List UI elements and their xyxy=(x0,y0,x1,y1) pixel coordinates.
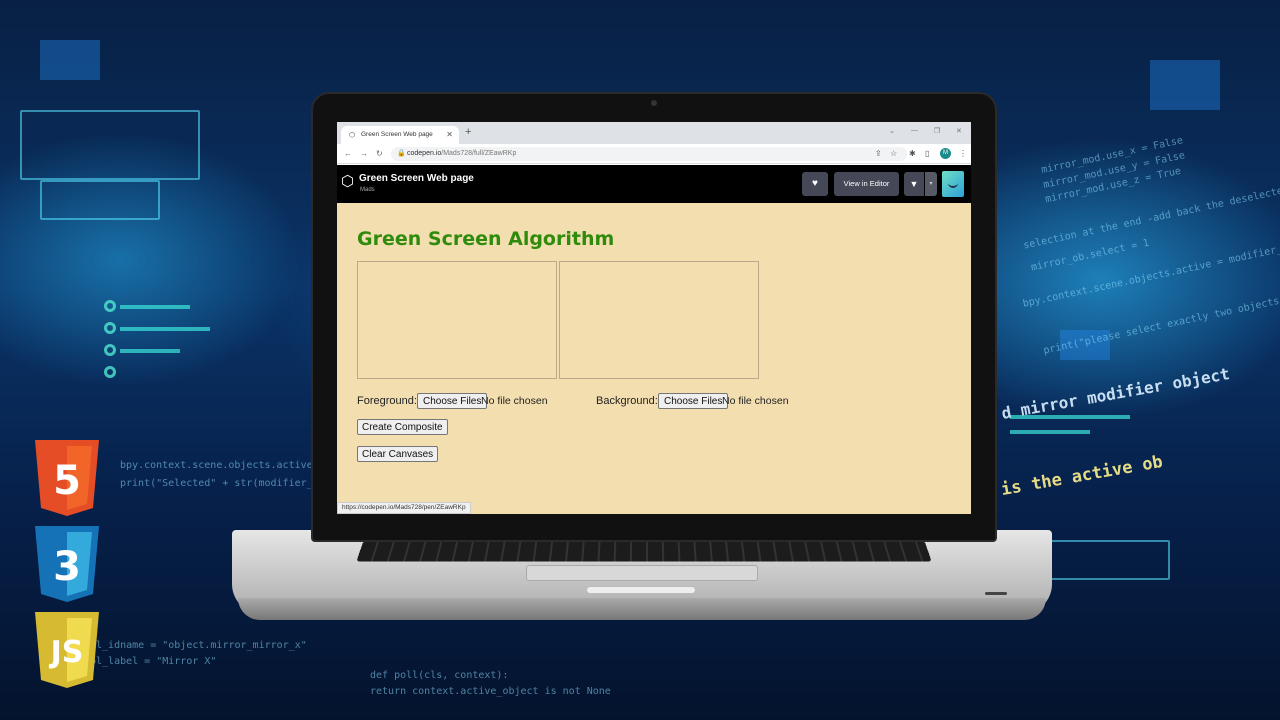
profile-avatar[interactable]: M xyxy=(940,148,951,159)
new-tab-icon[interactable]: + xyxy=(465,126,471,138)
codepen-header: ⬡ Green Screen Web page Mads ♥ View in E… xyxy=(337,165,971,203)
codepen-logo-icon[interactable]: ⬡ xyxy=(341,174,357,190)
css3-icon: 3 xyxy=(31,524,103,604)
laptop-led xyxy=(985,592,1007,595)
page-title: Green Screen Algorithm xyxy=(357,228,615,250)
menu-kebab-icon[interactable]: ⋮ xyxy=(959,149,967,158)
bg-bar xyxy=(120,349,180,353)
pin-dropdown-button[interactable]: ▾ xyxy=(925,172,937,196)
codepen-favicon-icon: ⬡ xyxy=(349,132,356,139)
bg-dot xyxy=(104,300,116,312)
back-icon[interactable]: ← xyxy=(344,149,352,158)
background-canvas xyxy=(559,261,759,379)
reload-icon[interactable]: ↻ xyxy=(376,149,383,158)
toolbar: ← → ↻ 🔒 codepen.io/Mads728/full/ZEawRKp … xyxy=(337,144,971,164)
lock-icon: 🔒 xyxy=(397,150,406,157)
webcam xyxy=(651,100,657,106)
minimize-icon[interactable]: — xyxy=(911,127,918,134)
pin-icon: ▼ xyxy=(909,179,919,189)
background-file-status: No file chosen xyxy=(722,395,789,407)
javascript-label: JS xyxy=(49,635,84,670)
create-composite-button[interactable]: Create Composite xyxy=(357,419,448,435)
url-path: /Mads728/full/ZEawRKp xyxy=(441,150,517,157)
bg-code: bpy.context.scene.objects.active = modif… xyxy=(1021,241,1280,310)
heart-icon: ♥ xyxy=(812,178,818,189)
tab-close-icon[interactable]: ✕ xyxy=(446,130,453,139)
bg-code: d mirror modifier object xyxy=(1000,364,1231,423)
pen-title: Green Screen Web page xyxy=(359,173,474,184)
extensions-icon[interactable]: ✱ xyxy=(909,149,916,158)
laptop-hinge xyxy=(586,586,696,594)
forward-icon[interactable]: → xyxy=(360,149,368,158)
pen-author[interactable]: Mads xyxy=(360,187,375,193)
bg-code: bl_idname = "object.mirror_mirror_x" xyxy=(90,640,307,651)
background-file-button[interactable]: Choose Files xyxy=(658,393,729,409)
javascript-icon: JS xyxy=(31,610,103,690)
heart-button[interactable]: ♥ xyxy=(802,172,828,196)
pen-output: Green Screen Algorithm Foreground: Choos… xyxy=(337,203,971,514)
restore-icon[interactable]: ❐ xyxy=(934,127,940,135)
pin-button[interactable]: ▼ xyxy=(904,172,924,196)
bg-bar xyxy=(120,305,190,309)
share-icon[interactable]: ⇪ xyxy=(875,149,882,158)
bg-code: print("Selected" + str(modifier_ob)) xyxy=(120,478,337,489)
tab-strip: ⬡ Green Screen Web page ✕ + ⌄ — ❐ ✕ xyxy=(337,122,971,144)
html5-label: 5 xyxy=(53,458,81,504)
status-bar-url: https://codepen.io/Mads728/pen/ZEawRKp xyxy=(337,502,471,514)
bg-circuit xyxy=(40,180,160,220)
laptop-base-front xyxy=(238,598,1046,620)
tab-title: Green Screen Web page xyxy=(361,131,433,138)
background-label: Background: xyxy=(596,395,658,407)
bg-code: is the active ob xyxy=(999,451,1165,501)
laptop-keyboard xyxy=(356,540,932,562)
bookmark-star-icon[interactable]: ☆ xyxy=(890,149,897,158)
tab-search-icon[interactable]: ⌄ xyxy=(889,127,895,135)
clear-canvases-button[interactable]: Clear Canvases xyxy=(357,446,439,462)
bg-circuit xyxy=(20,110,200,180)
foreground-file-status: No file chosen xyxy=(481,395,548,407)
html5-icon: 5 xyxy=(31,438,103,518)
browser-window: ⬡ Green Screen Web page ✕ + ⌄ — ❐ ✕ ← → … xyxy=(337,122,971,514)
address-bar[interactable]: 🔒 codepen.io/Mads728/full/ZEawRKp xyxy=(391,147,907,161)
close-window-icon[interactable]: ✕ xyxy=(956,127,962,135)
foreground-label: Foreground: xyxy=(357,395,417,407)
side-panel-icon[interactable]: ▯ xyxy=(925,149,929,158)
foreground-canvas xyxy=(357,261,557,379)
bg-tile xyxy=(1150,60,1220,110)
browser-tab[interactable]: ⬡ Green Screen Web page ✕ xyxy=(341,126,459,144)
bg-dot xyxy=(104,366,116,378)
bg-bar xyxy=(1010,430,1090,434)
laptop-touchpad xyxy=(526,565,758,581)
view-in-editor-button[interactable]: View in Editor xyxy=(834,172,899,196)
url-host: codepen.io xyxy=(407,150,442,157)
bg-tile xyxy=(40,40,100,80)
user-avatar[interactable] xyxy=(942,171,964,197)
bg-code: return context.active_object is not None xyxy=(370,686,611,697)
bg-bar xyxy=(120,327,210,331)
foreground-file-button[interactable]: Choose Files xyxy=(417,393,488,409)
bg-dot xyxy=(104,322,116,334)
bg-code: def poll(cls, context): xyxy=(370,670,509,681)
bg-dot xyxy=(104,344,116,356)
css3-label: 3 xyxy=(53,544,81,590)
bg-code: bl_label = "Mirror X" xyxy=(90,656,217,667)
